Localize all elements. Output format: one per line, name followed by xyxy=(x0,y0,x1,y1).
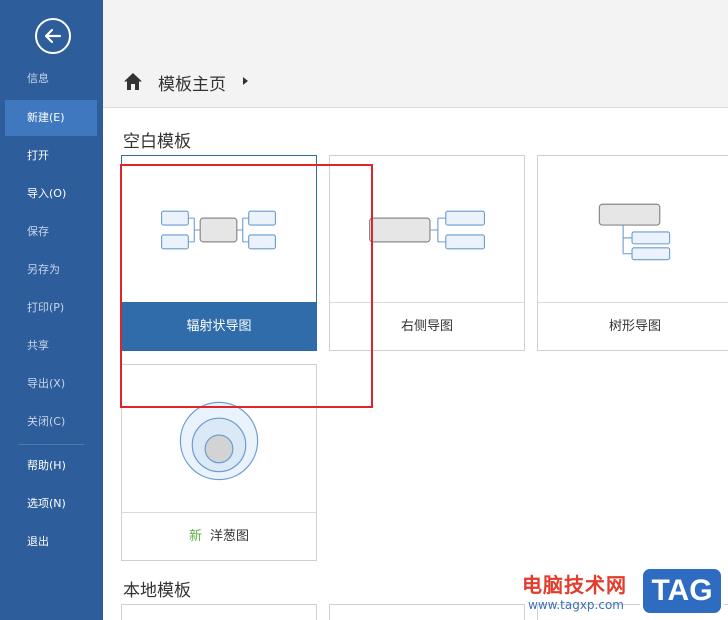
watermark-url: www.tagxp.com xyxy=(528,598,624,612)
template-label: 右侧导图 xyxy=(330,302,524,350)
menu-print[interactable]: 打印(P) xyxy=(5,290,97,326)
menu-new[interactable]: 新建(E) xyxy=(5,100,97,136)
radial-map-thumbnail-icon xyxy=(161,210,276,250)
onion-diagram-thumbnail-icon xyxy=(179,401,259,481)
local-templates-title: 本地模板 xyxy=(123,581,191,601)
menu-divider xyxy=(18,444,84,445)
blank-templates-title: 空白模板 xyxy=(123,132,191,152)
tree-map-thumbnail-icon xyxy=(598,203,671,261)
breadcrumb-arrow-icon xyxy=(243,77,248,85)
watermark-logo: TAG xyxy=(640,566,724,616)
template-right[interactable]: 右侧导图 xyxy=(329,155,525,351)
local-template-card[interactable] xyxy=(329,604,525,620)
template-radial[interactable]: 辐射状导图 xyxy=(121,155,317,351)
menu-save[interactable]: 保存 xyxy=(5,214,97,250)
menu-help[interactable]: 帮助(H) xyxy=(5,448,97,484)
template-gallery: 空白模板 辐射状导图 右侧导图 树形导图 新 洋葱图 本地模板 xyxy=(103,108,728,620)
menu-import[interactable]: 导入(O) xyxy=(5,176,97,212)
right-map-thumbnail-icon xyxy=(368,210,485,250)
breadcrumb-label[interactable]: 模板主页 xyxy=(158,70,226,95)
backstage-sidebar: 信息 新建(E) 打开 导入(O) 保存 另存为 打印(P) 共享 导出(X) … xyxy=(0,0,103,620)
watermark-text: 电脑技术网 xyxy=(522,573,627,597)
template-label: 树形导图 xyxy=(538,302,728,350)
back-button[interactable] xyxy=(35,18,71,54)
template-name: 洋葱图 xyxy=(210,529,250,544)
menu-open[interactable]: 打开 xyxy=(5,138,97,174)
template-tree[interactable]: 树形导图 xyxy=(537,155,728,351)
home-icon[interactable] xyxy=(123,72,143,91)
menu-export[interactable]: 导出(X) xyxy=(5,366,97,402)
menu-save-as[interactable]: 另存为 xyxy=(5,252,97,288)
menu-info[interactable]: 信息 xyxy=(5,61,97,97)
arrow-left-icon xyxy=(44,28,62,44)
template-label-with-tag: 新洋葱图 xyxy=(122,512,316,560)
menu-exit[interactable]: 退出 xyxy=(5,524,97,560)
menu-close[interactable]: 关闭(C) xyxy=(5,404,97,440)
template-label: 辐射状导图 xyxy=(122,302,316,350)
template-onion[interactable]: 新洋葱图 xyxy=(121,364,317,561)
menu-share[interactable]: 共享 xyxy=(5,328,97,364)
header-bar: 模板主页 xyxy=(103,0,728,108)
local-template-card[interactable] xyxy=(121,604,317,620)
new-badge: 新 xyxy=(188,529,202,544)
menu-options[interactable]: 选项(N) xyxy=(5,486,97,522)
